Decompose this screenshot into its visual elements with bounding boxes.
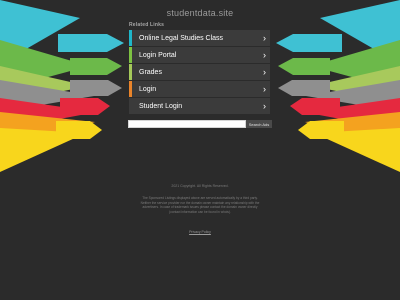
right-arrow-cyan bbox=[276, 34, 342, 52]
site-title: studentdata.site bbox=[166, 8, 234, 18]
left-band-green bbox=[0, 40, 89, 90]
right-arrow-gray bbox=[278, 80, 330, 96]
left-arrow-cyan bbox=[58, 34, 124, 52]
related-link-online-legal-studies-class[interactable]: Online Legal Studies Class › bbox=[129, 30, 270, 46]
related-link-label: Grades bbox=[139, 68, 162, 76]
right-band-red bbox=[303, 98, 400, 130]
related-link-label: Login bbox=[139, 85, 157, 93]
related-link-label: Student Login bbox=[139, 102, 183, 110]
search-ads-button[interactable]: Search Ads bbox=[246, 120, 272, 128]
right-arrow-red bbox=[290, 98, 340, 115]
related-link-label: Online Legal Studies Class bbox=[139, 34, 224, 42]
right-band-yellow bbox=[314, 128, 400, 172]
left-band-red bbox=[0, 98, 97, 130]
related-link-login[interactable]: Login › bbox=[129, 81, 270, 97]
parking-page: studentdata.site Related Links Online Le… bbox=[0, 0, 400, 300]
right-band-gray bbox=[306, 80, 400, 112]
privacy-policy-link[interactable]: Privacy Policy bbox=[0, 230, 400, 234]
left-band-gray bbox=[0, 80, 94, 112]
right-band-green bbox=[311, 40, 400, 90]
right-arrow-yellow bbox=[298, 121, 344, 139]
right-band-lime bbox=[312, 66, 400, 104]
copyright-text: 2021 Copyright. All Rights Reserved. bbox=[171, 184, 229, 188]
chevron-right-icon: › bbox=[263, 67, 266, 77]
related-link-grades[interactable]: Grades › bbox=[129, 64, 270, 80]
left-band-lime bbox=[0, 66, 88, 104]
left-arrow-red bbox=[60, 98, 110, 115]
disclaimer-text: The Sponsored Listings displayed above a… bbox=[140, 196, 260, 214]
chevron-right-icon: › bbox=[263, 33, 266, 43]
related-link-student-login[interactable]: Student Login › bbox=[129, 98, 270, 114]
left-band-yellow bbox=[0, 128, 86, 172]
chevron-right-icon: › bbox=[263, 50, 266, 60]
chevron-right-icon: › bbox=[263, 84, 266, 94]
search-input[interactable] bbox=[128, 120, 246, 128]
related-links-label: Related Links bbox=[129, 22, 165, 28]
related-links-list: Online Legal Studies Class › Login Porta… bbox=[129, 30, 270, 116]
left-arrow-yellow bbox=[56, 121, 102, 139]
chevron-right-icon: › bbox=[263, 101, 266, 111]
related-link-label: Login Portal bbox=[139, 51, 177, 59]
right-arrow-green bbox=[278, 58, 330, 75]
related-link-login-portal[interactable]: Login Portal › bbox=[129, 47, 270, 63]
search-form: Search Ads bbox=[128, 120, 272, 128]
left-arrow-green bbox=[70, 58, 122, 75]
right-band-orange bbox=[305, 112, 400, 152]
left-arrow-gray bbox=[70, 80, 122, 96]
left-band-orange bbox=[0, 112, 95, 152]
